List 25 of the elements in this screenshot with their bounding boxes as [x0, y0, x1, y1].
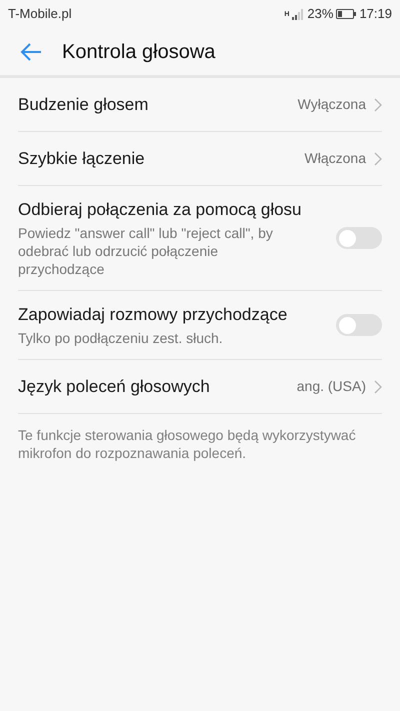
- setting-subtitle: Tylko po podłączeniu zest. słuch.: [18, 329, 224, 347]
- setting-row[interactable]: Język poleceń głosowych ang. (USA): [18, 360, 382, 414]
- setting-title: Zapowiadaj rozmowy przychodzące: [18, 304, 288, 326]
- clock: 17:19: [359, 5, 392, 24]
- setting-value: ang. (USA): [296, 377, 366, 396]
- toggle-switch[interactable]: [336, 314, 382, 336]
- toggle-switch[interactable]: [336, 227, 382, 249]
- setting-value: Włączona: [304, 149, 366, 168]
- setting-subtitle: Powiedz "answer call" lub "reject call", by odebrać lub odrzucić połączenie przychodzące: [18, 224, 274, 278]
- chevron-right-icon: [374, 380, 382, 394]
- chevron-right-icon: [374, 152, 382, 166]
- battery-percent: 23%: [307, 5, 334, 24]
- setting-title: Budzenie głosem: [18, 94, 148, 116]
- battery-icon: [336, 9, 356, 19]
- footer-note: Te funkcje sterowania głosowego będą wykorzystywać mikrofon do rozpoznawania poleceń.: [18, 426, 357, 462]
- setting-title: Szybkie łączenie: [18, 148, 145, 170]
- setting-title: Odbieraj połączenia za pomocą głosu: [18, 199, 303, 221]
- setting-row[interactable]: Budzenie głosem Wyłączona: [18, 78, 382, 132]
- carrier-name: T-Mobile.pl: [8, 5, 72, 24]
- signal-icon: [292, 8, 304, 20]
- setting-value: Wyłączona: [298, 95, 366, 114]
- chevron-right-icon: [374, 98, 382, 112]
- page-title: Kontrola głosowa: [62, 40, 216, 64]
- setting-row[interactable]: Szybkie łączenie Włączona: [18, 132, 382, 186]
- setting-title: Język poleceń głosowych: [18, 376, 210, 398]
